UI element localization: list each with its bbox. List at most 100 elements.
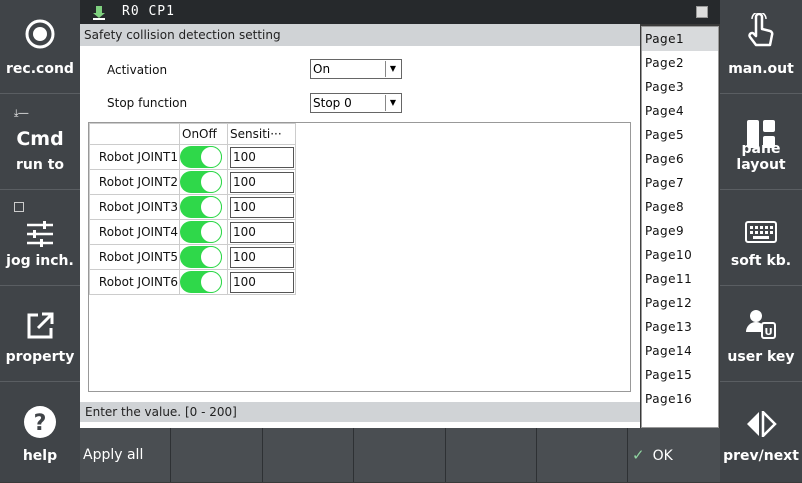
page-list-item[interactable]: Page1 bbox=[642, 27, 718, 51]
svg-text:?: ? bbox=[34, 411, 47, 436]
page-list-item[interactable]: Page15 bbox=[642, 363, 718, 387]
joint-name: Robot JOINT1 bbox=[89, 144, 180, 170]
function-key-4[interactable] bbox=[354, 428, 446, 482]
man-out-label: man.out bbox=[728, 61, 794, 77]
user-key-icon: U bbox=[720, 306, 802, 342]
run-to-marker-icon: ⤓― bbox=[14, 108, 29, 119]
page-list-item[interactable]: Page7 bbox=[642, 171, 718, 195]
onoff-cell bbox=[179, 219, 228, 245]
apply-all-button[interactable]: Apply all bbox=[80, 428, 171, 482]
sensitivity-cell: 100 bbox=[227, 244, 296, 270]
sensitivity-input[interactable]: 100 bbox=[230, 271, 294, 293]
page-list-item[interactable]: Page6 bbox=[642, 147, 718, 171]
function-key-6[interactable] bbox=[537, 428, 628, 482]
page-list-item[interactable]: Page4 bbox=[642, 99, 718, 123]
pane-layout-button[interactable]: pane layout bbox=[720, 96, 802, 190]
onoff-toggle[interactable] bbox=[180, 271, 222, 293]
record-icon bbox=[0, 16, 80, 52]
joint-name: Robot JOINT3 bbox=[89, 194, 180, 220]
window-icon[interactable] bbox=[696, 6, 708, 18]
page-list-item[interactable]: Page8 bbox=[642, 195, 718, 219]
page-list[interactable]: Page1 Page2 Page3 Page4 Page5 Page6 Page7 Page8… bbox=[641, 26, 719, 428]
sensitivity-input[interactable]: 100 bbox=[230, 146, 294, 168]
jog-inch-checkbox[interactable] bbox=[14, 202, 24, 212]
function-key-2[interactable] bbox=[171, 428, 263, 482]
onoff-toggle[interactable] bbox=[180, 196, 222, 218]
rec-cond-label: rec.cond bbox=[6, 61, 74, 77]
jog-inch-label: jog inch. bbox=[6, 253, 74, 269]
onoff-cell bbox=[179, 269, 228, 295]
cmd-title: Cmd bbox=[16, 128, 64, 150]
onoff-toggle[interactable] bbox=[180, 221, 222, 243]
help-label: help bbox=[22, 448, 58, 464]
table-row: Robot JOINT3 100 bbox=[89, 194, 296, 220]
joint-name: Robot JOINT2 bbox=[89, 169, 180, 195]
page-list-item[interactable]: Page2 bbox=[642, 51, 718, 75]
sensitivity-cell: 100 bbox=[227, 144, 296, 170]
onoff-toggle[interactable] bbox=[180, 146, 222, 168]
sensitivity-input[interactable]: 100 bbox=[230, 221, 294, 243]
header-joint bbox=[89, 123, 180, 145]
page-list-item[interactable]: Page3 bbox=[642, 75, 718, 99]
function-key-3[interactable] bbox=[263, 428, 354, 482]
sensitivity-cell: 100 bbox=[227, 194, 296, 220]
joint-name: Robot JOINT6 bbox=[89, 269, 180, 295]
rec-cond-button[interactable]: rec.cond bbox=[0, 0, 80, 94]
toggle-knob bbox=[200, 171, 222, 193]
svg-text:U: U bbox=[764, 327, 772, 338]
external-link-icon bbox=[0, 308, 80, 344]
activation-value: On bbox=[313, 62, 331, 76]
joint-table-container[interactable]: OnOff Sensiti··· Robot JOINT1 100 Robot JO… bbox=[88, 122, 631, 392]
page-list-item[interactable]: Page14 bbox=[642, 339, 718, 363]
page-list-item[interactable]: Page16 bbox=[642, 387, 718, 411]
activation-select[interactable]: On ▼ bbox=[310, 59, 402, 79]
sensitivity-input[interactable]: 100 bbox=[230, 171, 294, 193]
table-row: Robot JOINT6 100 bbox=[89, 269, 296, 295]
table-row: Robot JOINT1 100 bbox=[89, 144, 296, 170]
onoff-toggle[interactable] bbox=[180, 171, 222, 193]
soft-kb-button[interactable]: soft kb. bbox=[720, 192, 802, 286]
man-out-button[interactable]: man.out bbox=[720, 0, 802, 94]
property-label: property bbox=[5, 349, 75, 365]
table-row: Robot JOINT5 100 bbox=[89, 244, 296, 270]
onoff-cell bbox=[179, 194, 228, 220]
safety-collision-dialog: Safety collision detection setting Activ… bbox=[80, 24, 640, 428]
table-header-row: OnOff Sensiti··· bbox=[89, 123, 296, 145]
page-list-item[interactable]: Page12 bbox=[642, 291, 718, 315]
stop-function-select[interactable]: Stop 0 ▼ bbox=[310, 93, 402, 113]
run-to-button[interactable]: ⤓― Cmd run to bbox=[0, 96, 80, 190]
page-list-item[interactable]: Page5 bbox=[642, 123, 718, 147]
sensitivity-input[interactable]: 100 bbox=[230, 246, 294, 268]
page-list-item[interactable]: Page10 bbox=[642, 243, 718, 267]
header-sensitivity: Sensiti··· bbox=[227, 123, 296, 145]
prev-next-label: prev/next bbox=[723, 448, 799, 464]
table-row: Robot JOINT4 100 bbox=[89, 219, 296, 245]
user-key-button[interactable]: U user key bbox=[720, 288, 802, 382]
onoff-toggle[interactable] bbox=[180, 246, 222, 268]
hand-pointer-icon bbox=[720, 13, 802, 50]
page-list-item[interactable]: Page11 bbox=[642, 267, 718, 291]
jog-inch-button[interactable]: jog inch. bbox=[0, 192, 80, 286]
function-key-5[interactable] bbox=[446, 428, 537, 482]
checkmark-icon: ✓ bbox=[632, 446, 645, 464]
joint-name: Robot JOINT4 bbox=[89, 219, 180, 245]
chevron-down-icon[interactable]: ▼ bbox=[385, 95, 400, 111]
run-to-label: run to bbox=[15, 157, 65, 173]
toggle-knob bbox=[200, 246, 222, 268]
sensitivity-input[interactable]: 100 bbox=[230, 196, 294, 218]
apply-all-label: Apply all bbox=[83, 447, 144, 463]
status-message: Enter the value. [0 - 200] bbox=[80, 402, 640, 422]
ok-label: OK bbox=[652, 448, 673, 464]
page-list-item[interactable]: Page9 bbox=[642, 219, 718, 243]
bottom-function-bar: Apply all ✓ OK bbox=[80, 428, 720, 482]
help-button[interactable]: ? help bbox=[0, 384, 80, 482]
chevron-down-icon[interactable]: ▼ bbox=[385, 61, 400, 77]
page-list-item[interactable]: Page13 bbox=[642, 315, 718, 339]
keyboard-icon bbox=[720, 214, 802, 250]
property-button[interactable]: property bbox=[0, 288, 80, 382]
top-status-bar: R0 CP1 bbox=[80, 0, 720, 24]
pane-layout-label: pane layout bbox=[736, 141, 786, 173]
ok-button[interactable]: ✓ OK bbox=[628, 428, 720, 482]
toggle-knob bbox=[200, 271, 222, 293]
prev-next-button[interactable]: prev/next bbox=[720, 384, 802, 482]
